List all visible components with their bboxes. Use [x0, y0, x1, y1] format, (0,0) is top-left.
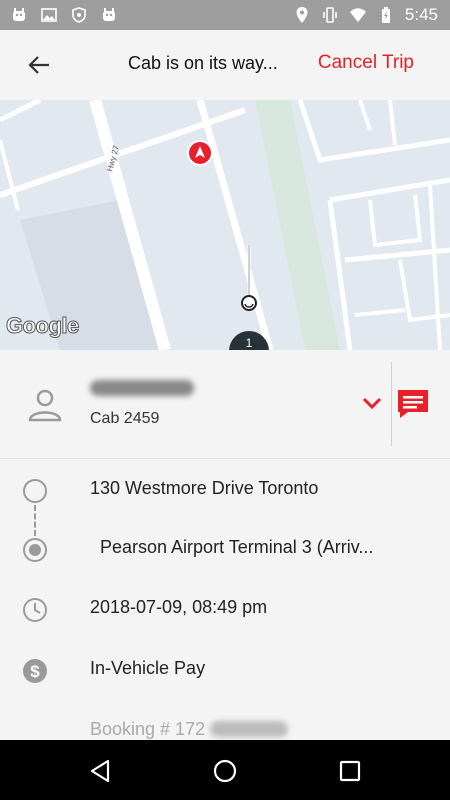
- recents-square-icon[interactable]: [336, 757, 364, 785]
- pickup-circle-icon: [23, 479, 47, 503]
- booking-number: Booking # 172: [90, 719, 206, 739]
- trip-datetime: 2018-07-09, 08:49 pm: [90, 597, 268, 617]
- cab-number: Cab 2459: [90, 410, 160, 427]
- dropoff-row: Pearson Airport Terminal 3 (Arriv...: [0, 524, 450, 574]
- message-icon[interactable]: [396, 388, 430, 420]
- back-triangle-icon[interactable]: [86, 757, 114, 785]
- google-logo: Google: [6, 313, 80, 339]
- pickup-row: 130 Westmore Drive Toronto: [0, 465, 450, 515]
- pickup-address: 130 Westmore Drive Toronto: [90, 478, 319, 498]
- location-icon: [296, 7, 308, 23]
- divider: [391, 362, 392, 446]
- clock-icon: [23, 598, 47, 622]
- android-icon: [13, 8, 25, 21]
- battery-icon: [381, 7, 390, 23]
- cancel-trip-button[interactable]: Cancel Trip: [318, 52, 414, 74]
- system-indicators: 5:45: [293, 5, 438, 25]
- navigation-bar: [0, 740, 450, 800]
- status-bar: 5:45: [0, 0, 450, 30]
- page-title: Cab is on its way...: [128, 53, 278, 73]
- eta-value: 1: [245, 336, 253, 350]
- route-connector: [34, 505, 36, 536]
- dropoff-radio-icon: [23, 538, 47, 562]
- notification-icons: [10, 6, 118, 24]
- android-icon: [103, 8, 115, 21]
- image-icon: [41, 8, 57, 22]
- person-icon: [28, 389, 62, 422]
- payment-method: In-Vehicle Pay: [90, 658, 206, 678]
- dollar-icon: $: [23, 659, 47, 683]
- home-circle-icon[interactable]: [211, 757, 239, 785]
- trip-details: 130 Westmore Drive Toronto Pearson Airpo…: [0, 459, 450, 740]
- dropoff-address: Pearson Airport Terminal 3 (Arriv...: [100, 537, 374, 557]
- booking-number-redacted: [210, 721, 288, 737]
- top-bar: Cab is on its way... Cancel Trip: [0, 30, 450, 100]
- arrow-back-icon: [28, 56, 49, 74]
- payment-row: $ In-Vehicle Pay: [0, 645, 450, 695]
- svg-text:$: $: [30, 662, 40, 681]
- status-time: 5:45: [404, 5, 438, 24]
- chevron-down-icon[interactable]: [360, 391, 384, 415]
- back-button[interactable]: [24, 52, 54, 78]
- driver-name-redacted: [90, 380, 194, 396]
- vibrate-icon: [323, 7, 337, 23]
- pickup-marker: [241, 295, 257, 311]
- datetime-row: 2018-07-09, 08:49 pm: [0, 584, 450, 634]
- wifi-icon: [349, 8, 366, 22]
- shield-icon: [72, 7, 86, 23]
- driver-card: Cab 2459: [0, 350, 450, 459]
